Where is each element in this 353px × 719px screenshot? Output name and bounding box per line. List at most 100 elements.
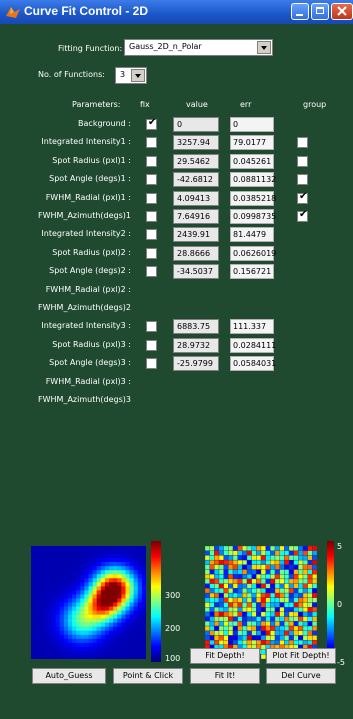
colorbar-cell	[151, 629, 161, 633]
value-field[interactable]: 2439.91	[173, 227, 219, 242]
heatmap-cell	[125, 642, 130, 648]
heatmap-cell	[141, 622, 146, 627]
heatmap-cell	[59, 614, 65, 619]
value-field[interactable]: 6883.75	[173, 319, 219, 334]
residual-cell	[260, 559, 266, 565]
num-functions-select[interactable]: 3	[115, 67, 147, 84]
minimize-icon[interactable]	[291, 3, 309, 20]
colorbar-cell	[151, 597, 161, 600]
check-icon: ✔	[299, 191, 308, 202]
group-checkbox[interactable]: ✔	[297, 209, 308, 222]
heatmap-cell	[63, 650, 69, 656]
heatmap-cell	[88, 586, 93, 591]
heatmap-cell	[39, 634, 44, 640]
heatmap-cell	[117, 606, 122, 611]
fit-depth-button[interactable]: Fit Depth!	[190, 648, 260, 664]
value-field[interactable]: 3257.94	[173, 135, 219, 150]
fix-checkbox[interactable]	[146, 156, 157, 167]
heatmap-cell	[121, 650, 126, 656]
residual-cell	[302, 630, 308, 636]
heatmap-cell	[47, 602, 52, 607]
colorbar-cell	[327, 597, 334, 600]
colorbar-cell	[151, 579, 161, 582]
residual-cell	[256, 621, 262, 627]
value-field[interactable]: -25.9799	[173, 356, 219, 371]
close-icon[interactable]	[331, 3, 353, 20]
residual-cell	[279, 607, 285, 613]
fix-checkbox[interactable]	[146, 266, 157, 277]
maximize-icon[interactable]	[311, 3, 329, 20]
fix-checkbox[interactable]	[146, 248, 157, 259]
heatmap-cell	[72, 578, 77, 583]
group-checkbox[interactable]: ✔	[297, 191, 308, 204]
value-field[interactable]: 28.9732	[173, 338, 219, 353]
residual-cell	[279, 611, 285, 617]
heatmap-cell	[113, 582, 118, 587]
heatmap-cell	[92, 646, 97, 652]
heatmap-cell	[80, 582, 85, 587]
auto-guess-button[interactable]: Auto_Guess	[32, 668, 106, 684]
heatmap-cell	[43, 618, 48, 623]
heatmap-cell	[109, 602, 114, 607]
heatmap-cell	[31, 602, 36, 607]
heatmap-cell	[72, 574, 77, 579]
value-field[interactable]: -34.5037	[173, 264, 219, 279]
heatmap-cell	[104, 562, 110, 567]
value-field[interactable]: 7.64916	[173, 209, 219, 224]
heatmap-cell	[129, 554, 134, 559]
value-field[interactable]: 0	[173, 117, 219, 132]
residual-cell	[265, 559, 271, 565]
heatmap-cell	[113, 646, 118, 652]
residual-cell	[265, 621, 271, 627]
fitting-function-select[interactable]: Gauss_2D_n_Polar	[124, 39, 273, 56]
heatmap-cell	[43, 654, 48, 659]
fix-checkbox[interactable]	[146, 211, 157, 222]
residual-cell	[237, 635, 243, 641]
fix-checkbox[interactable]	[146, 193, 157, 204]
heatmap-cell	[47, 550, 52, 555]
heatmap-cell	[67, 630, 73, 635]
residual-cell	[237, 578, 243, 584]
group-checkbox[interactable]	[297, 174, 308, 185]
heatmap-cell	[92, 630, 97, 635]
heatmap-cell	[55, 574, 60, 579]
residual-cell	[246, 546, 252, 551]
heatmap-cell	[141, 586, 146, 591]
fix-checkbox[interactable]	[146, 358, 157, 369]
heatmap-cell	[55, 550, 60, 555]
residual-cell	[218, 616, 224, 622]
residual-cell	[265, 607, 271, 613]
fix-checkbox[interactable]	[146, 340, 157, 351]
fix-checkbox[interactable]	[146, 321, 157, 332]
value-field[interactable]: 28.8666	[173, 246, 219, 261]
heatmap-cell	[133, 554, 138, 559]
residual-cell	[293, 569, 299, 575]
fix-checkbox[interactable]	[146, 174, 157, 185]
param-label: Spot Angle (degs)1 :	[49, 174, 131, 183]
value-field[interactable]: 4.09413	[173, 191, 219, 206]
fit-it-button[interactable]: Fit It!	[190, 668, 260, 684]
heatmap-cell	[104, 654, 110, 659]
plot-fit-depth-button[interactable]: Plot Fit Depth!	[266, 648, 336, 664]
residual-cell	[270, 621, 276, 627]
fix-checkbox[interactable]	[146, 229, 157, 240]
title-bar[interactable]: Curve Fit Control - 2D	[0, 0, 353, 24]
point-click-button[interactable]: Point & Click	[113, 668, 183, 684]
value-field[interactable]: 29.5462	[173, 154, 219, 169]
group-checkbox[interactable]	[297, 137, 308, 148]
heatmap-cell	[137, 570, 143, 575]
residual-cell	[209, 621, 215, 627]
heatmap-cell	[43, 606, 48, 611]
group-checkbox[interactable]	[297, 156, 308, 167]
residual-cell	[205, 555, 210, 561]
residual-cell	[214, 564, 220, 570]
del-curve-button[interactable]: Del Curve	[266, 668, 336, 684]
fix-checkbox[interactable]: ✔	[146, 117, 157, 130]
heatmap-cell	[113, 566, 118, 571]
heatmap-cell	[55, 590, 60, 595]
residual-cell	[209, 550, 215, 556]
heatmap-cell	[113, 574, 118, 579]
value-field[interactable]: -42.6812	[173, 172, 219, 187]
heatmap-cell	[129, 558, 134, 563]
fix-checkbox[interactable]	[146, 137, 157, 148]
